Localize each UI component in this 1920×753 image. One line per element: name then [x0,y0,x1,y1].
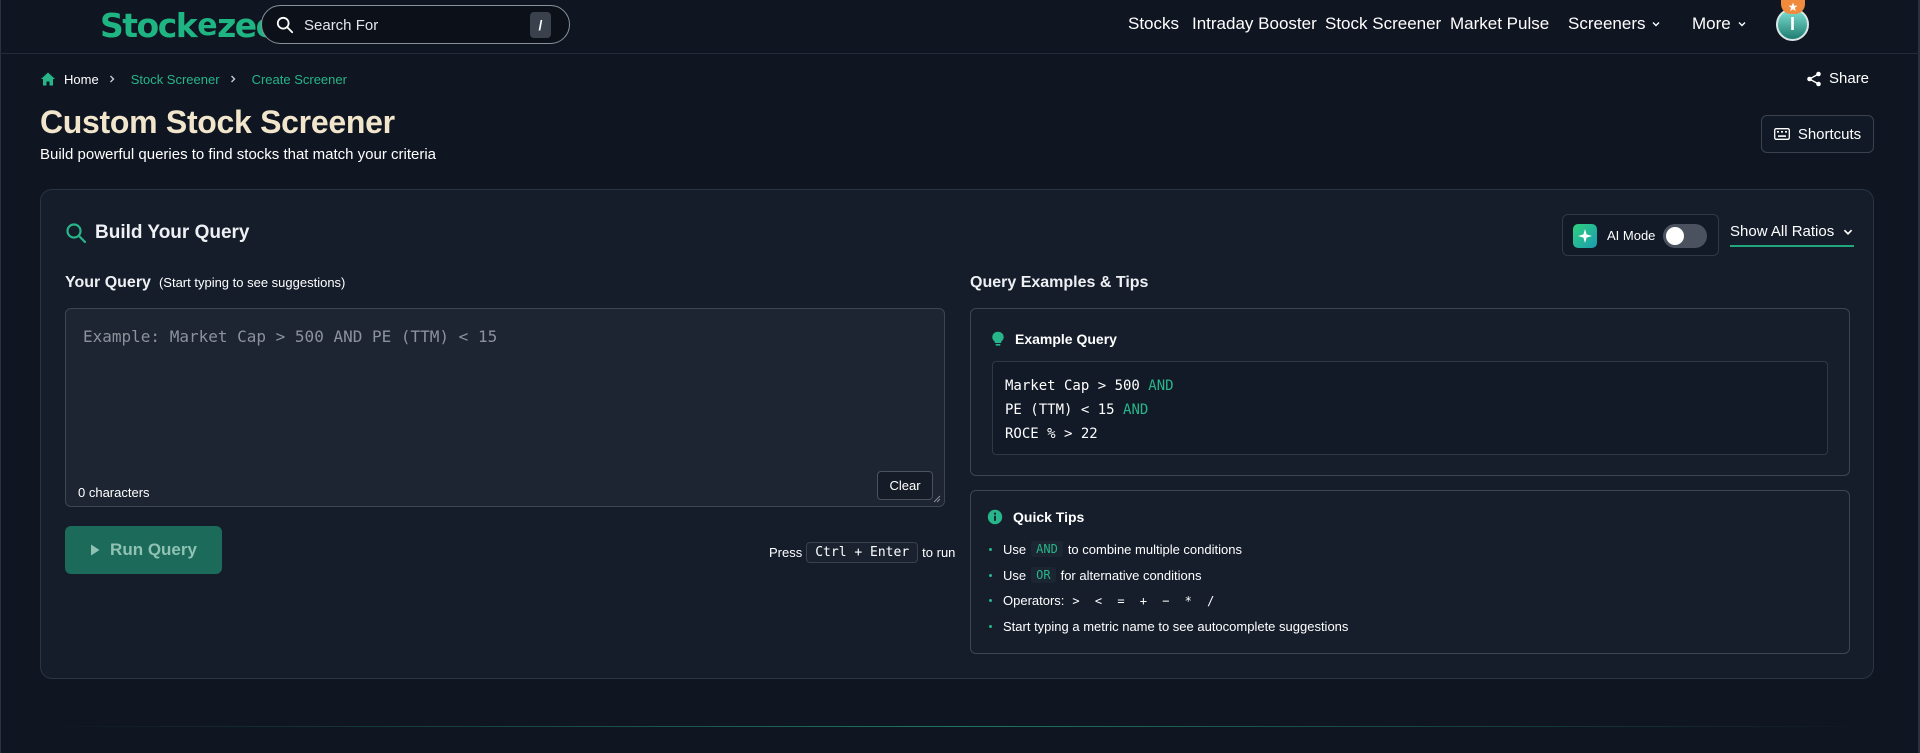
info-icon [987,509,1003,525]
example-query-panel: Example Query Market Cap > 500 AND PE (T… [970,308,1850,476]
tips-title: Query Examples & Tips [970,274,1149,291]
bullet [989,547,992,551]
window-left-border [0,0,1,753]
chevron-down-icon [1738,22,1746,27]
example-line: PE (TTM) < 15 AND [1005,398,1815,422]
query-placeholder: Example: Market Cap > 500 AND PE (TTM) <… [83,327,498,346]
sparkle-icon [1573,224,1597,248]
example-operator: AND [1123,402,1149,418]
quick-tips-panel: Quick Tips Use AND to combine multiple c… [970,490,1850,654]
nav-item-stock-screener[interactable]: Stock Screener [1325,14,1441,34]
example-query-title: Example Query [1015,331,1117,347]
tip-text: Start typing a metric name to see autoco… [1003,619,1349,634]
ai-mode-label: AI Mode [1607,228,1656,243]
logo-text-left: Stock [100,5,198,45]
search-shortcut-key: / [530,12,551,38]
example-expr: PE (TTM) < 15 [1005,402,1115,418]
example-line: Market Cap > 500 AND [1005,374,1815,398]
clear-button[interactable]: Clear [877,471,933,500]
character-count: 0 characters [78,485,150,500]
top-navigation: Stock e zee Search For / Stocks Intraday… [0,0,1920,54]
breadcrumb-home[interactable]: Home [64,72,99,87]
nav-item-market-pulse[interactable]: Market Pulse [1450,14,1549,34]
search-input[interactable]: Search For / [261,5,570,44]
show-all-ratios-button[interactable]: Show All Ratios [1730,222,1855,247]
ratios-label: Show All Ratios [1730,223,1835,240]
ai-mode-control: AI Mode [1562,214,1719,256]
query-label-text: Your Query [65,274,151,291]
example-query-header: Example Query [991,331,1117,347]
breadcrumb-create-screener[interactable]: Create Screener [252,72,347,87]
run-shortcut-keys: Ctrl + Enter [806,542,919,563]
tip-text: for alternative conditions [1060,567,1202,583]
logo[interactable]: Stock e zee [100,2,278,48]
chevron-right-icon [109,75,115,83]
share-icon [1807,71,1821,86]
tip-item: Operators: > < = + − * / [989,593,1215,608]
chevron-down-icon [1844,229,1853,235]
example-operator: AND [1148,378,1174,394]
share-label: Share [1829,70,1870,87]
press-text: Press [769,545,803,560]
bullet [989,625,992,628]
bullet [989,599,992,602]
page-subtitle: Build powerful queries to find stocks th… [40,146,437,163]
toggle-knob [1666,227,1684,245]
home-icon [41,72,55,86]
search-icon [276,16,294,34]
query-hint: (Start typing to see suggestions) [158,275,346,290]
tip-text: Use [1003,541,1027,557]
search-placeholder: Search For [304,17,379,34]
run-query-label: Run Query [110,540,197,559]
example-line: ROCE % > 22 [1005,422,1815,446]
tip-code: AND [1031,541,1063,557]
run-shortcut-hint: Press Ctrl + Enter to run [769,542,955,563]
query-textarea[interactable]: Example: Market Cap > 500 AND PE (TTM) <… [65,308,945,507]
shortcuts-label: Shortcuts [1797,125,1862,143]
builder-title: Build Your Query [65,222,250,244]
keyboard-icon [1773,128,1790,140]
bullet [989,573,992,577]
nav-item-more[interactable]: More [1692,14,1747,34]
chevron-down-icon [1652,22,1660,27]
breadcrumb: Home Stock Screener Create Screener [40,70,347,88]
example-expr: ROCE % > 22 [1005,426,1098,442]
shortcuts-button[interactable]: Shortcuts [1761,115,1874,153]
footer-divider [40,726,1874,727]
example-query-code: Market Cap > 500 AND PE (TTM) < 15 AND R… [992,361,1828,455]
chevron-right-icon [230,75,236,83]
breadcrumb-stock-screener[interactable]: Stock Screener [131,72,220,87]
ai-mode-toggle[interactable] [1663,224,1707,248]
quick-tips-title: Quick Tips [1013,509,1085,525]
tip-item: Use AND to combine multiple conditions [989,541,1242,557]
run-query-button[interactable]: Run Query [65,526,222,574]
operators-list: > < = + − * / [1072,593,1216,608]
builder-title-text: Build Your Query [95,222,250,243]
resize-handle-icon[interactable] [933,495,941,503]
tip-text: Use [1003,567,1027,583]
logo-bolt-icon: e [197,7,217,43]
page-title: Custom Stock Screener [40,104,395,140]
share-button[interactable]: Share [1806,70,1869,87]
nav-item-stocks[interactable]: Stocks [1128,14,1179,34]
search-icon [66,223,87,244]
to-run-text: to run [922,545,956,560]
quick-tips-header: Quick Tips [987,509,1084,525]
tip-item: Start typing a metric name to see autoco… [989,619,1348,634]
nav-screeners-label: Screeners [1568,14,1646,33]
nav-item-intraday-booster[interactable]: Intraday Booster [1192,14,1317,34]
tip-code: OR [1031,567,1056,583]
query-builder-card: Build Your Query AI Mode Show All Ratios… [40,189,1874,679]
tip-text: Operators: [1003,593,1065,608]
query-label: Your Query (Start typing to see suggesti… [65,274,345,292]
example-expr: Market Cap > 500 [1005,378,1140,394]
tip-item: Use OR for alternative conditions [989,567,1202,583]
lightbulb-icon [992,331,1004,346]
tip-text: to combine multiple conditions [1067,541,1242,557]
nav-more-label: More [1692,14,1731,33]
play-icon [91,544,100,556]
nav-item-screeners[interactable]: Screeners [1568,14,1661,34]
